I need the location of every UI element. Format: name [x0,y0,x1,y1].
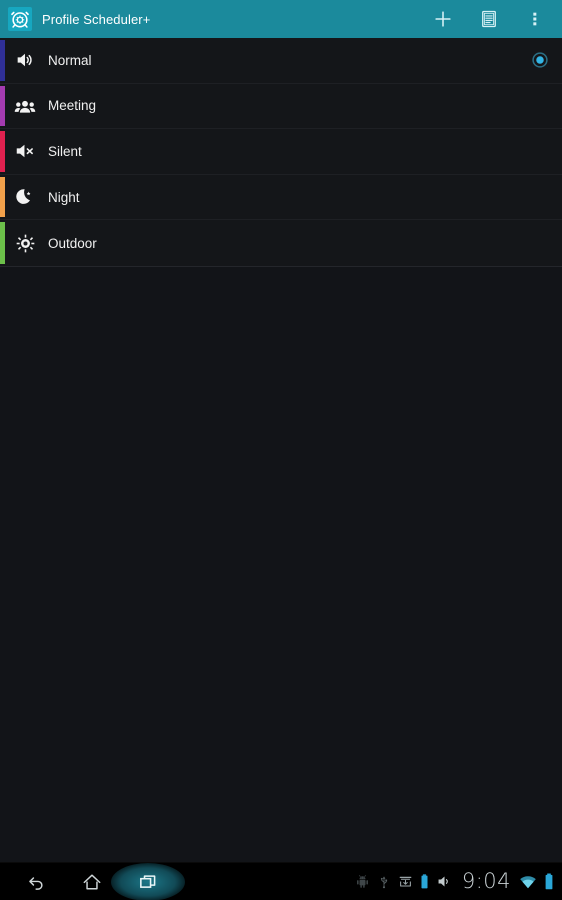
more-vertical-icon [533,12,537,26]
android-debug-icon [355,874,370,889]
list-item-label: Normal [48,52,92,68]
profile-radio[interactable] [531,188,549,206]
people-group-icon [12,93,38,119]
list-item[interactable]: Outdoor [0,220,562,266]
list-item-label: Night [48,189,80,205]
list-item[interactable]: Meeting [0,83,562,130]
list-item[interactable]: Silent [0,129,562,175]
speaker-mute-icon [12,138,38,164]
list-item[interactable]: Normal [0,38,562,84]
status-bar: 9:04 [355,871,562,892]
empty-content-area [0,266,562,862]
profile-radio[interactable] [531,142,549,160]
app-title: Profile Scheduler+ [42,11,151,27]
usb-icon [377,875,391,889]
alarm-clock-gear-icon [11,11,29,28]
wifi-icon [519,874,537,890]
volume-icon [436,873,453,890]
speaker-volume-icon [12,47,38,73]
profile-log-button[interactable] [466,0,512,38]
list-document-icon [482,10,496,28]
profile-color-bar [0,222,5,264]
home-icon [83,873,101,890]
status-clock: 9:04 [461,869,511,893]
overflow-menu-button[interactable] [512,0,558,38]
add-profile-button[interactable] [420,0,466,38]
list-item-label: Outdoor [48,235,97,251]
recent-apps-icon [140,874,156,888]
back-button[interactable] [8,863,64,900]
profile-radio-selected[interactable] [531,51,549,69]
plus-icon [435,11,451,27]
download-tray-icon [398,874,413,889]
profile-color-bar [0,176,5,218]
battery-small-icon [420,874,429,889]
app-icon [8,7,32,31]
radio-checked-icon [532,52,548,68]
profile-radio[interactable] [531,234,549,252]
sun-icon [12,230,38,256]
profile-color-bar [0,85,5,127]
list-item-label: Meeting [48,98,97,114]
crescent-moon-star-icon [12,184,38,210]
app-screen: Profile Scheduler+ Normal Meeting Silent… [0,0,562,900]
recents-button[interactable] [120,863,176,900]
profile-color-bar [0,40,5,81]
profile-color-bar [0,131,5,172]
list-item-label: Silent [48,143,82,159]
profile-radio[interactable] [531,97,549,115]
action-bar: Profile Scheduler+ [0,0,562,38]
profile-list: Normal Meeting Silent Night Outdoor [0,38,562,267]
back-arrow-icon [29,876,43,890]
battery-icon [544,873,554,890]
system-navigation-bar: 9:04 [0,862,562,900]
list-item[interactable]: Night [0,174,562,221]
